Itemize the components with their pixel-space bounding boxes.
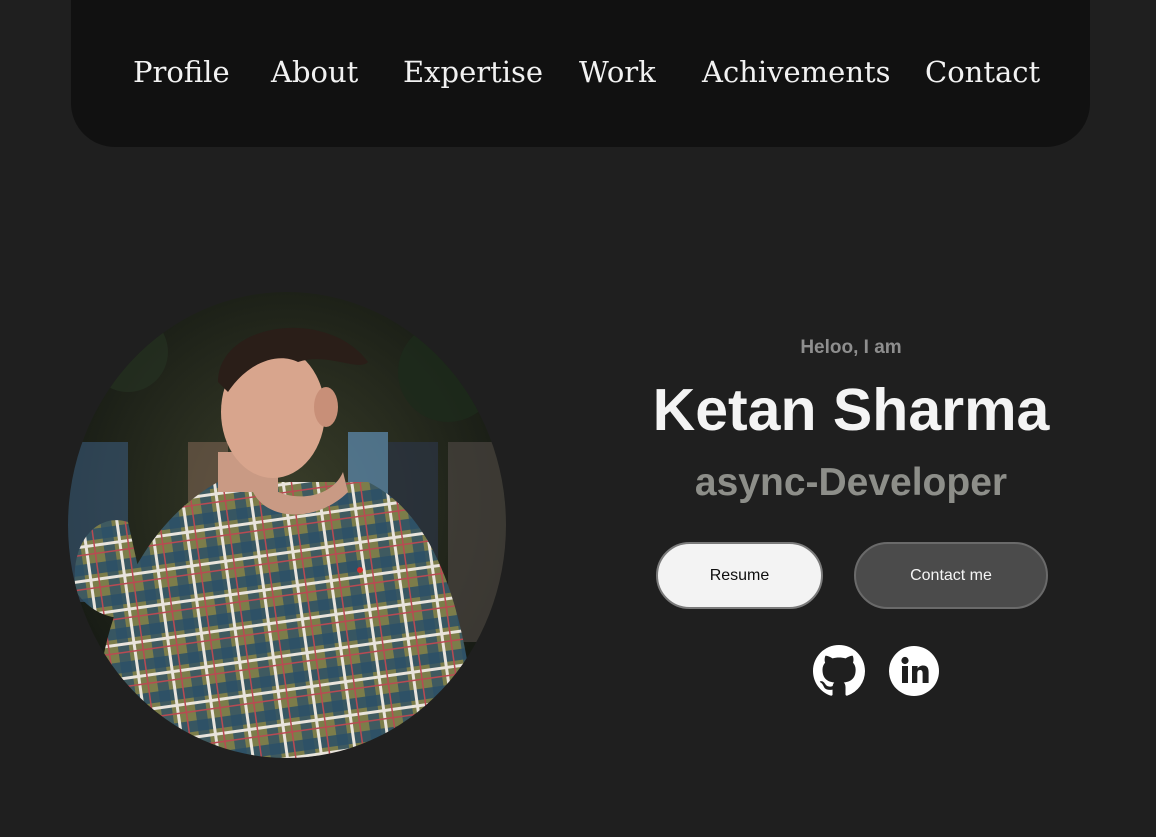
hero-role: async-Developer <box>694 461 1008 504</box>
nav-link-expertise[interactable]: Expertise <box>403 52 543 92</box>
contact-me-button[interactable]: Contact me <box>854 542 1048 609</box>
hero-name: Ketan Sharma <box>652 377 1050 443</box>
github-icon[interactable] <box>813 645 865 697</box>
resume-button[interactable]: Resume <box>656 542 823 609</box>
nav-link-about[interactable]: About <box>271 52 358 92</box>
nav-link-contact[interactable]: Contact <box>925 52 1040 92</box>
linkedin-icon[interactable] <box>888 645 940 697</box>
top-navbar: Profile About Expertise Work Achivements… <box>71 0 1090 147</box>
nav-link-work[interactable]: Work <box>579 52 656 92</box>
profile-photo <box>68 292 506 758</box>
hero-greeting: Heloo, I am <box>800 337 902 358</box>
nav-link-profile[interactable]: Profile <box>133 52 230 92</box>
nav-link-achivements[interactable]: Achivements <box>702 52 891 92</box>
